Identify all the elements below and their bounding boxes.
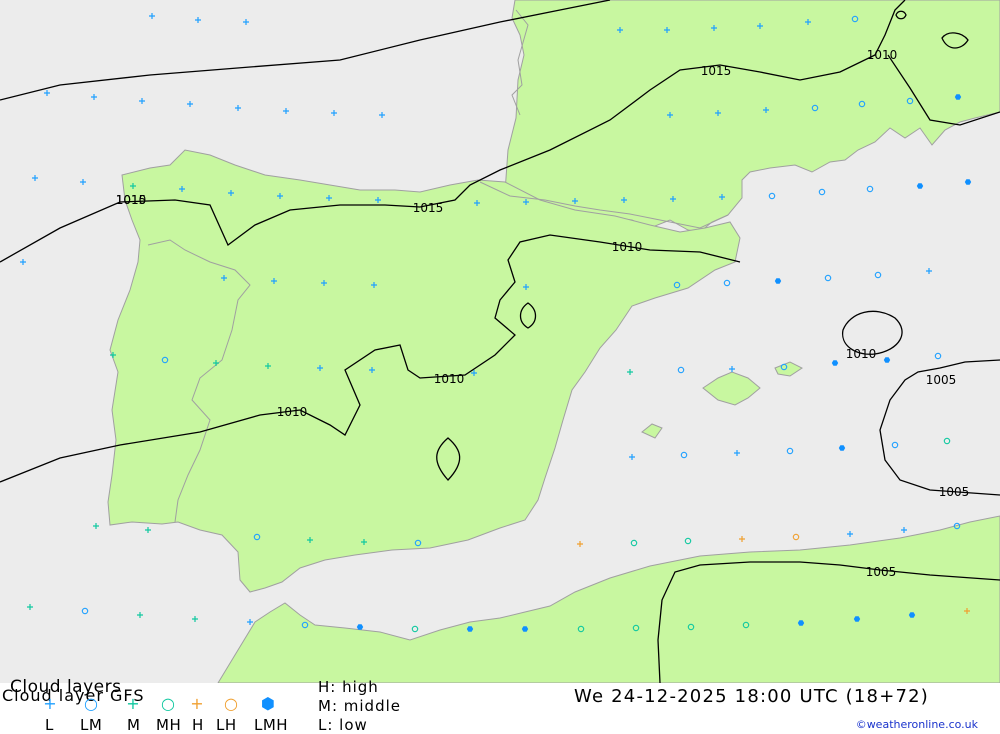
isobar-label: 1010 bbox=[116, 193, 147, 207]
legend-level-low: L: low bbox=[318, 716, 368, 734]
ring-icon: ○ bbox=[84, 694, 98, 713]
legend-label-lh: LH bbox=[216, 716, 237, 734]
legend-label-mh: MH bbox=[156, 716, 182, 734]
isobar-label: 1015 bbox=[413, 201, 444, 215]
weather-map[interactable]: 1015 1015 1015 1010 1010 1010 1010 1010 1005 1005… bbox=[0, 0, 1000, 683]
plus-icon: + bbox=[126, 694, 140, 713]
legend-subtitle: Cloud layer GFS bbox=[2, 686, 145, 705]
legend-level-middle: M: middle bbox=[318, 697, 401, 715]
legend-bar: Cloud layers Cloud layer GFS + ○ + ○ + ○… bbox=[0, 677, 1000, 734]
isobar-label: 1010 bbox=[612, 240, 643, 254]
legend-level-high: H: high bbox=[318, 678, 379, 696]
legend-label-m: M bbox=[127, 716, 141, 734]
isobar-label: 1010 bbox=[277, 405, 308, 419]
legend-label-lm: LM bbox=[80, 716, 103, 734]
map-canvas[interactable]: 1015101510151010101010101010101010051005… bbox=[0, 0, 1000, 683]
isobar-label: 1010 bbox=[846, 347, 877, 361]
ring-icon: ○ bbox=[224, 694, 238, 713]
isobar-label: 1010 bbox=[434, 372, 465, 386]
legend-label-lmh: LMH bbox=[254, 716, 289, 734]
plus-icon: + bbox=[190, 694, 204, 713]
ring-icon: ○ bbox=[161, 694, 175, 713]
isobar-label: 1015 bbox=[701, 64, 732, 78]
plus-icon: + bbox=[43, 694, 57, 713]
hexagon-icon: ⬢ bbox=[261, 694, 275, 713]
copyright-link[interactable]: ©weatheronline.co.uk bbox=[856, 718, 978, 731]
forecast-datetime: We 24-12-2025 18:00 UTC (18+72) bbox=[574, 686, 930, 707]
isobar-label: 1005 bbox=[939, 485, 970, 499]
isobar-label: 1005 bbox=[926, 373, 957, 387]
legend-label-l: L bbox=[45, 716, 54, 734]
legend-label-h: H bbox=[192, 716, 204, 734]
isobar-label: 1010 bbox=[867, 48, 898, 62]
isobar-label: 1005 bbox=[866, 565, 897, 579]
